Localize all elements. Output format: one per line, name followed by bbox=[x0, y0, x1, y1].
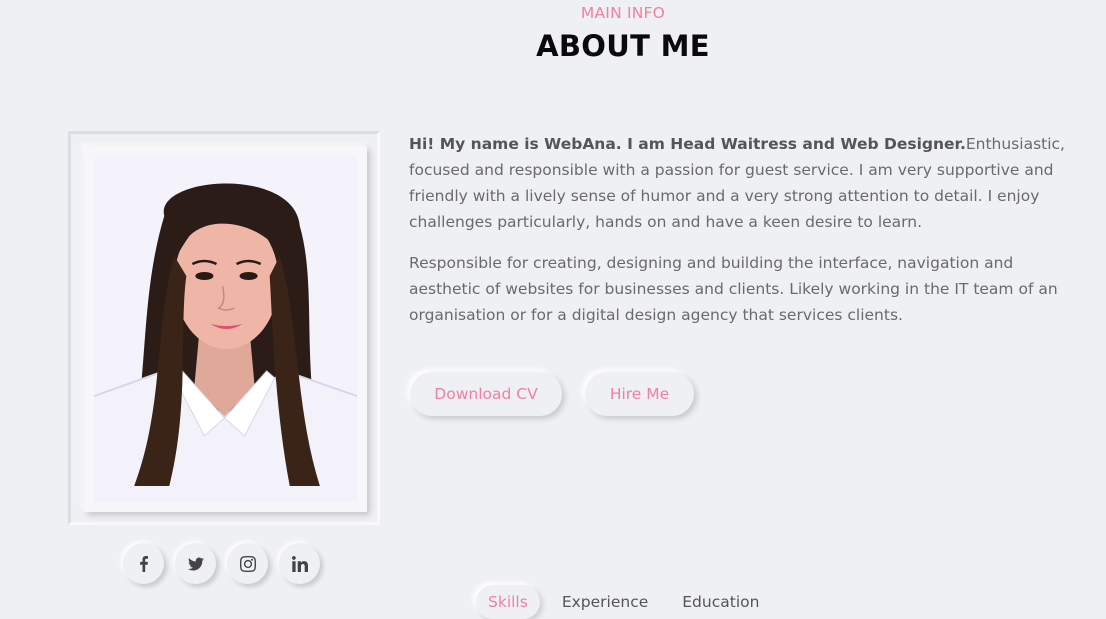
photo-card bbox=[84, 146, 367, 512]
info-tabs: Skills Experience Education bbox=[476, 585, 781, 619]
about-text: Hi! My name is WebAna. I am Head Waitres… bbox=[409, 131, 1065, 343]
hire-me-button[interactable]: Hire Me bbox=[585, 372, 694, 416]
about-intro-bold: Hi! My name is WebAna. I am Head Waitres… bbox=[409, 135, 966, 153]
tab-experience[interactable]: Experience bbox=[550, 585, 660, 619]
linkedin-button[interactable] bbox=[279, 543, 320, 584]
download-cv-button[interactable]: Download CV bbox=[410, 372, 562, 416]
social-links bbox=[123, 543, 320, 584]
tab-skills[interactable]: Skills bbox=[476, 585, 540, 619]
linkedin-icon bbox=[291, 555, 308, 572]
photo-frame bbox=[68, 131, 380, 525]
twitter-icon bbox=[187, 557, 204, 570]
about-paragraph-intro: Hi! My name is WebAna. I am Head Waitres… bbox=[409, 131, 1065, 235]
twitter-button[interactable] bbox=[175, 543, 216, 584]
section-label: MAIN INFO bbox=[580, 4, 666, 22]
section-title: ABOUT ME bbox=[536, 29, 710, 63]
about-paragraph-role: Responsible for creating, designing and … bbox=[409, 254, 1058, 324]
instagram-icon bbox=[239, 555, 256, 572]
instagram-button[interactable] bbox=[227, 543, 268, 584]
facebook-icon bbox=[139, 555, 148, 572]
profile-photo bbox=[94, 156, 357, 502]
tab-education[interactable]: Education bbox=[670, 585, 771, 619]
facebook-button[interactable] bbox=[123, 543, 164, 584]
